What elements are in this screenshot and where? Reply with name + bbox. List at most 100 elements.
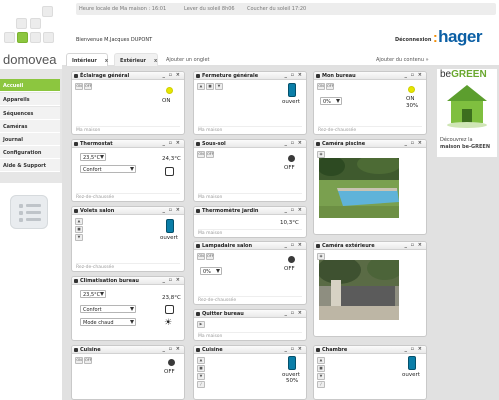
- heat-mode-select[interactable]: Mode chaud: [80, 318, 136, 326]
- thermostat-icon: [74, 142, 78, 146]
- light-state: ON: [406, 96, 415, 102]
- shutter-state-icon: [288, 356, 296, 370]
- tab-interieur[interactable]: Intérieur x: [66, 53, 108, 66]
- sidebar-item-configuration[interactable]: Configuration: [0, 146, 60, 159]
- shutter-icon: [196, 348, 200, 352]
- widget-location: Ma maison: [198, 229, 302, 236]
- light-icon: [316, 74, 320, 78]
- stop-button[interactable]: ■: [197, 365, 205, 372]
- dimmer-select[interactable]: 0%: [200, 267, 222, 275]
- sun-icon: ☀: [164, 318, 173, 328]
- sidebar-item-aide[interactable]: Aide & Support: [0, 159, 60, 172]
- deco-square: [4, 32, 15, 43]
- up-button[interactable]: ▲: [75, 218, 83, 225]
- camera-control-button[interactable]: ◉: [317, 253, 325, 260]
- up-button[interactable]: ▲: [197, 83, 205, 90]
- widget-cuisine-light: Cuisine _ ▫ × ON OFF OFF: [71, 345, 185, 400]
- hager-logo-text: hager: [438, 27, 482, 46]
- widget-lampadaire-salon: Lampadaire salon _ ▫ × ON OFF 0% OFF Rez-d…: [193, 241, 307, 305]
- shutter-state: ouvert: [282, 99, 300, 105]
- tilt-button[interactable]: /: [197, 381, 205, 388]
- camera-icon: [316, 244, 320, 248]
- close-icon[interactable]: x: [105, 58, 108, 64]
- sidebar-item-appareils[interactable]: Appareils: [0, 93, 60, 106]
- shutter-state-icon: [166, 219, 174, 233]
- temperature-value: 23,8°C: [162, 295, 181, 301]
- play-button[interactable]: ▶: [197, 321, 205, 328]
- stop-button[interactable]: ■: [206, 83, 214, 90]
- widget-mon-bureau: Mon bureau _ ▫ × ON OFF 0% ON 30% Rez-de-c…: [313, 71, 427, 135]
- pool-camera-image[interactable]: [319, 158, 399, 218]
- up-button[interactable]: ▲: [317, 357, 325, 364]
- remote-control-icon[interactable]: [10, 195, 48, 229]
- close-icon[interactable]: x: [154, 58, 157, 64]
- widget-cuisine-shutter: Cuisine _ ▫ × ▲ ■ ▼ / ouvert 50%: [193, 345, 307, 400]
- exterior-camera-image[interactable]: [319, 260, 399, 320]
- logout-link[interactable]: Déconnexion: [395, 37, 431, 43]
- bulb-icon: [288, 155, 295, 162]
- mode-select[interactable]: Confort: [80, 305, 136, 313]
- tab-exterieur[interactable]: Extérieur x: [114, 53, 158, 66]
- sidebar-item-sequences[interactable]: Séquences: [0, 107, 60, 120]
- camera-icon: [316, 142, 320, 146]
- down-button[interactable]: ▼: [75, 234, 83, 241]
- down-button[interactable]: ▼: [197, 373, 205, 380]
- off-button[interactable]: OFF: [326, 83, 334, 90]
- light-state: ON: [162, 98, 171, 104]
- bulb-icon: [166, 87, 173, 94]
- widget-location: Ma maison: [198, 193, 302, 200]
- sidebar-item-accueil[interactable]: Accueil: [0, 79, 60, 92]
- add-content-link[interactable]: Ajouter du contenu »: [376, 57, 429, 63]
- deco-square-green: [17, 32, 28, 43]
- sunset-time: Coucher du soleil 17:20: [247, 6, 307, 12]
- widget-location: Rez-de-chaussée: [76, 263, 180, 270]
- on-button[interactable]: ON: [75, 83, 83, 90]
- on-button[interactable]: ON: [197, 253, 205, 260]
- widget-eclairage-general: Éclairage général _ ▫ × ON OFF ON Ma maiso…: [71, 71, 185, 135]
- off-button[interactable]: OFF: [84, 357, 92, 364]
- widget-location: Rez-de-chaussée: [76, 193, 180, 200]
- be-green-ad[interactable]: beGREEN Découvrez la maison be-GREEN: [437, 69, 497, 157]
- down-button[interactable]: ▼: [215, 83, 223, 90]
- tilt-button[interactable]: /: [317, 381, 325, 388]
- shutter-percent: 50%: [286, 378, 299, 384]
- off-button[interactable]: OFF: [206, 253, 214, 260]
- stop-button[interactable]: ■: [317, 365, 325, 372]
- deco-square: [43, 32, 54, 43]
- shutter-icon: [316, 348, 320, 352]
- deco-square: [30, 32, 41, 43]
- shutter-state: ouvert: [402, 372, 420, 378]
- hager-logo: :hager: [433, 27, 482, 47]
- on-button[interactable]: ON: [75, 357, 83, 364]
- widget-location: Ma maison: [198, 332, 302, 339]
- dimmer-percent: 30%: [406, 103, 419, 109]
- temperature-value: 10,3°C: [280, 220, 299, 226]
- add-tab-link[interactable]: Ajouter un onglet: [166, 57, 209, 63]
- mode-select[interactable]: Confort: [80, 165, 136, 173]
- setpoint-select[interactable]: 23,5°C: [80, 153, 106, 161]
- sidebar-item-cameras[interactable]: Caméras: [0, 120, 60, 133]
- thermometer-icon: [196, 209, 200, 213]
- light-state: OFF: [284, 266, 295, 272]
- shutter-icon: [74, 209, 78, 213]
- down-button[interactable]: ▼: [317, 373, 325, 380]
- shutter-state-icon: [408, 356, 416, 370]
- setpoint-select[interactable]: 23,5°C: [80, 290, 106, 298]
- hager-logo-icon: :: [433, 29, 438, 45]
- widget-location: Ma maison: [198, 126, 302, 133]
- stop-button[interactable]: ■: [75, 226, 83, 233]
- off-button[interactable]: OFF: [206, 151, 214, 158]
- on-button[interactable]: ON: [197, 151, 205, 158]
- sidebar-item-journal[interactable]: Journal: [0, 133, 60, 146]
- camera-control-button[interactable]: ◉: [317, 151, 325, 158]
- on-button[interactable]: ON: [317, 83, 325, 90]
- widget-volets-salon: Volets salon _ ▫ × ▲ ■ ▼ ouvert Rez-de-chau…: [71, 206, 185, 272]
- light-icon: [196, 142, 200, 146]
- widget-controls[interactable]: _ ▫ ×: [162, 72, 181, 78]
- widget-chambre: Chambre _ ▫ × ▲ ■ ▼ / ouvert: [313, 345, 427, 400]
- climate-icon: [74, 279, 78, 283]
- dimmer-select[interactable]: 0%: [320, 97, 342, 105]
- off-button[interactable]: OFF: [84, 83, 92, 90]
- up-button[interactable]: ▲: [197, 357, 205, 364]
- widget-location: Rez-de-chaussée: [198, 296, 302, 303]
